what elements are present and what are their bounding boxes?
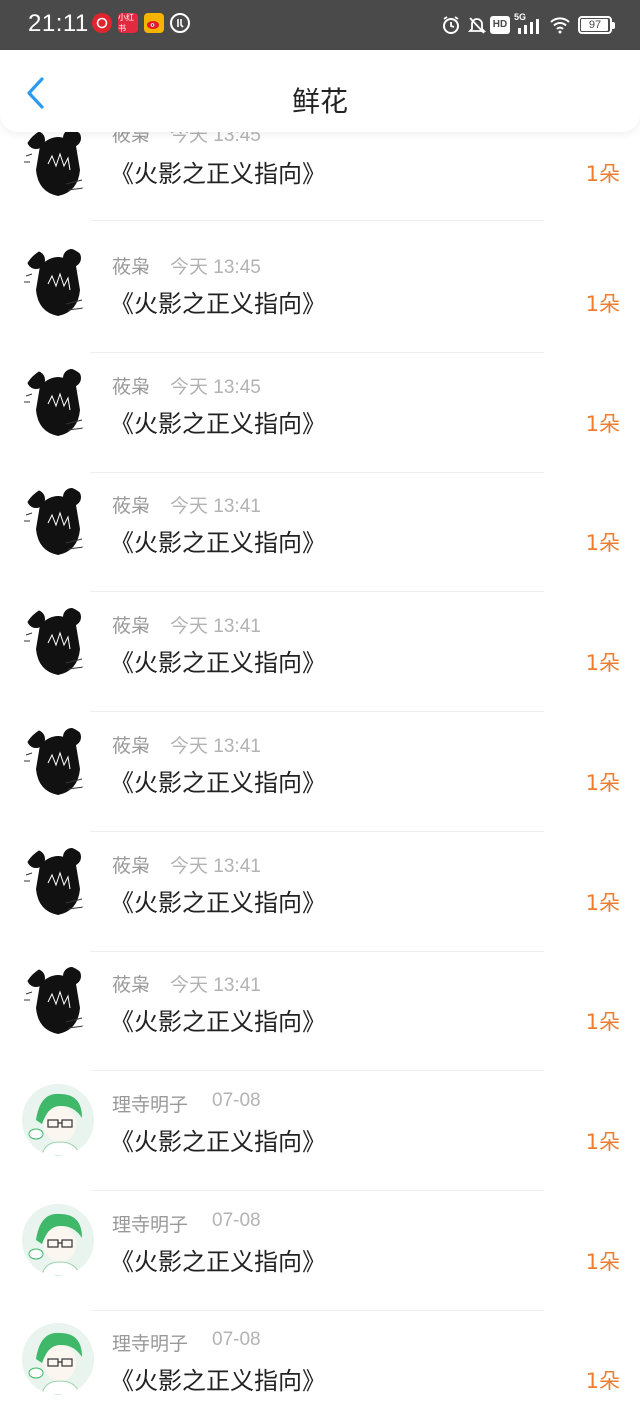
list-item[interactable]: 莜枭 今天 13:41 《火影之正义指向》 1朵 [0, 719, 640, 839]
divider [90, 1190, 544, 1191]
row-flower-count: 1朵 [585, 531, 620, 555]
row-time: 今天 13:45 [170, 257, 261, 278]
avatar[interactable] [22, 964, 94, 1036]
row-username: 莜枭 [112, 376, 151, 398]
avatar[interactable] [22, 1084, 94, 1156]
row-time: 今天 13:41 [170, 975, 261, 996]
row-flower-count: 1朵 [585, 1130, 620, 1154]
row-book-title: 《火影之正义指向》 [110, 769, 326, 797]
row-time: 今天 13:41 [170, 736, 261, 757]
alarm-icon [440, 14, 462, 36]
divider [90, 1070, 544, 1071]
list-item[interactable]: 理寺明子 07-08 《火影之正义指向》 1朵 [0, 1198, 640, 1318]
row-username: 莜枭 [112, 855, 151, 877]
row-book-title: 《火影之正义指向》 [110, 160, 326, 188]
avatar[interactable] [22, 845, 94, 917]
list-item[interactable]: 理寺明子 07-08 《火影之正义指向》 1朵 [0, 1078, 640, 1198]
row-username: 莜枭 [112, 256, 151, 278]
battery-icon: 97 [578, 16, 615, 34]
row-username: 理寺明子 [112, 1214, 189, 1236]
avatar[interactable] [22, 1323, 94, 1395]
hd-icon: HD [490, 14, 510, 36]
list-item[interactable]: 莜枭 今天 13:41 《火影之正义指向》 1朵 [0, 479, 640, 599]
list-item[interactable]: 理寺明子 07-08 《火影之正义指向》 1朵 [0, 1317, 640, 1427]
avatar[interactable] [22, 366, 94, 438]
row-username: 理寺明子 [112, 1094, 189, 1116]
row-flower-count: 1朵 [585, 412, 620, 436]
row-flower-count: 1朵 [585, 162, 620, 186]
row-time: 今天 13:45 [170, 377, 261, 398]
row-time: 今天 13:41 [170, 496, 261, 517]
row-book-title: 《火影之正义指向》 [110, 1367, 326, 1395]
row-flower-count: 1朵 [585, 292, 620, 316]
row-book-title: 《火影之正义指向》 [110, 1128, 326, 1156]
divider [90, 711, 544, 712]
avatar[interactable] [22, 246, 94, 318]
row-flower-count: 1朵 [585, 651, 620, 675]
list-item[interactable]: 莜枭 今天 13:45 《火影之正义指向》 1朵 [0, 240, 640, 360]
row-book-title: 《火影之正义指向》 [110, 290, 326, 318]
row-username: 莜枭 [112, 735, 151, 757]
row-book-title: 《火影之正义指向》 [110, 889, 326, 917]
avatar[interactable] [22, 126, 94, 198]
list-item[interactable]: 莜枭 今天 13:45 《火影之正义指向》 1朵 [0, 360, 640, 480]
avatar[interactable] [22, 1204, 94, 1276]
signal-icon: 5G [514, 12, 544, 36]
list-item[interactable]: 莜枭 今天 13:45 《火影之正义指向》 1朵 [0, 120, 640, 240]
row-flower-count: 1朵 [585, 771, 620, 795]
nav-header: 鲜花 [0, 50, 640, 132]
status-bar: 21:11 小红书 HD 5G 97 [0, 0, 640, 50]
divider [90, 831, 544, 832]
divider [90, 1310, 544, 1311]
mute-bell-icon [466, 14, 488, 36]
row-flower-count: 1朵 [585, 1250, 620, 1274]
list-item[interactable]: 莜枭 今天 13:41 《火影之正义指向》 1朵 [0, 599, 640, 719]
row-time: 07-08 [212, 1210, 261, 1231]
row-book-title: 《火影之正义指向》 [110, 1008, 326, 1036]
row-time: 今天 13:41 [170, 856, 261, 877]
list-item[interactable]: 莜枭 今天 13:41 《火影之正义指向》 1朵 [0, 839, 640, 959]
row-username: 莜枭 [112, 974, 151, 996]
app-icon [170, 13, 190, 33]
divider [90, 220, 544, 221]
row-username: 莜枭 [112, 615, 151, 637]
wifi-icon [548, 14, 572, 36]
page-title: 鲜花 [291, 85, 348, 118]
row-book-title: 《火影之正义指向》 [110, 649, 326, 677]
battery-percent: 97 [588, 19, 602, 31]
divider [90, 352, 544, 353]
status-time: 21:11 [28, 10, 89, 37]
list-item[interactable]: 莜枭 今天 13:41 《火影之正义指向》 1朵 [0, 958, 640, 1078]
row-time: 今天 13:41 [170, 616, 261, 637]
row-time: 07-08 [212, 1090, 261, 1111]
netease-music-icon [92, 13, 112, 33]
avatar[interactable] [22, 485, 94, 557]
hd-label: HD [490, 16, 510, 34]
row-time: 07-08 [212, 1329, 261, 1350]
row-username: 莜枭 [112, 495, 151, 517]
xiaohongshu-icon: 小红书 [118, 13, 138, 33]
row-flower-count: 1朵 [585, 1369, 620, 1393]
weibo-icon [144, 13, 164, 33]
avatar[interactable] [22, 605, 94, 677]
row-book-title: 《火影之正义指向》 [110, 529, 326, 557]
divider [90, 472, 544, 473]
row-book-title: 《火影之正义指向》 [110, 1248, 326, 1276]
row-book-title: 《火影之正义指向》 [110, 410, 326, 438]
divider [90, 951, 544, 952]
row-flower-count: 1朵 [585, 1010, 620, 1034]
row-flower-count: 1朵 [585, 891, 620, 915]
row-username: 理寺明子 [112, 1333, 189, 1355]
signal-label: 5G [514, 12, 527, 22]
divider [90, 591, 544, 592]
avatar[interactable] [22, 725, 94, 797]
